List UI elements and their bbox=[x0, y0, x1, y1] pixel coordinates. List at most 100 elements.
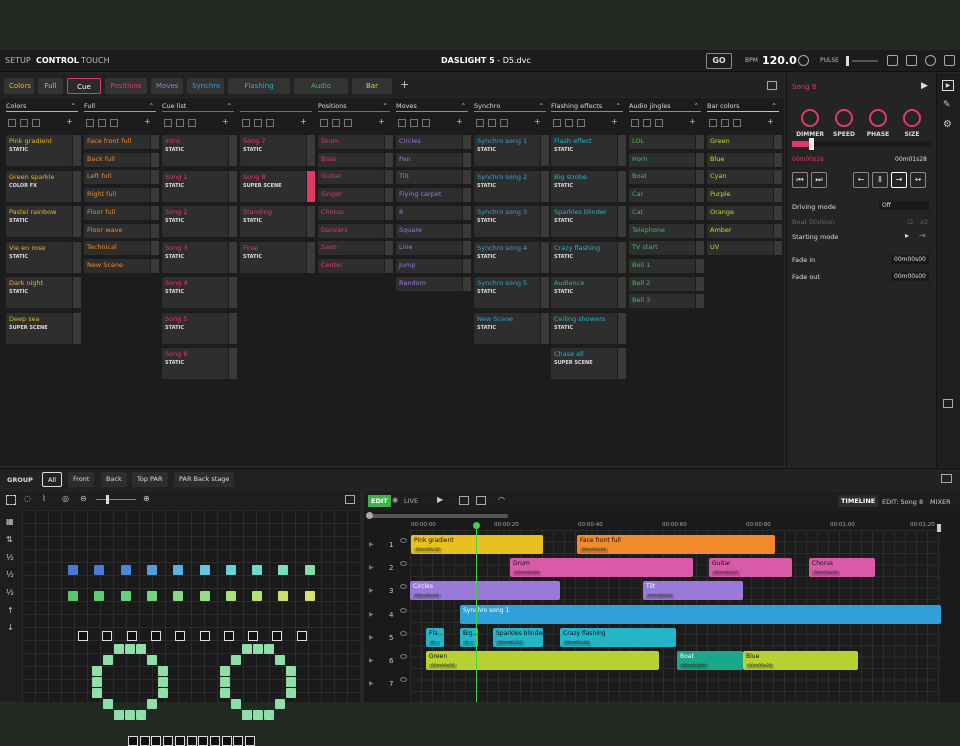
tab-colors[interactable]: Colors bbox=[4, 78, 34, 94]
fixture-off[interactable] bbox=[126, 631, 137, 641]
chevron-up-icon[interactable]: ⌃ bbox=[227, 100, 232, 112]
fixture-led[interactable] bbox=[147, 699, 157, 709]
eye-icon[interactable] bbox=[400, 654, 407, 659]
track-header[interactable]: ▶ 4 bbox=[364, 604, 410, 627]
cue-button[interactable]: Bell 1 bbox=[629, 258, 704, 273]
cue-button[interactable]: Right full bbox=[84, 188, 159, 203]
fixture-led[interactable] bbox=[146, 565, 157, 575]
fixture-off[interactable] bbox=[272, 631, 283, 641]
cue-side-handle[interactable] bbox=[463, 135, 471, 149]
gear-icon[interactable]: ⚙ bbox=[943, 119, 952, 130]
prev-icon[interactable] bbox=[254, 119, 262, 127]
add-icon[interactable]: + bbox=[534, 117, 542, 126]
cue-button[interactable]: Vie en rose STATIC bbox=[6, 241, 81, 273]
cue-side-handle[interactable] bbox=[696, 241, 704, 256]
cue-side-handle[interactable] bbox=[696, 135, 704, 149]
pause-icon[interactable] bbox=[8, 119, 16, 127]
add-icon[interactable]: + bbox=[222, 117, 230, 126]
cue-button[interactable]: Circles bbox=[396, 135, 471, 149]
cue-button[interactable]: Flying carpet bbox=[396, 188, 471, 203]
arrow-down-icon[interactable]: ↓ bbox=[7, 623, 14, 632]
tap-icon[interactable] bbox=[798, 55, 809, 66]
cue-button[interactable]: Audience STATIC bbox=[551, 277, 626, 308]
cue-side-handle[interactable] bbox=[229, 170, 237, 202]
fixture-off[interactable] bbox=[198, 736, 209, 746]
timeline-clip[interactable]: Sparkles blinder 00m00s12 bbox=[493, 627, 543, 647]
cue-button[interactable]: Synchro song 2 STATIC bbox=[474, 170, 549, 202]
cue-button[interactable]: Back full bbox=[84, 152, 159, 167]
timeline-clip[interactable]: Drum 00m00s44 bbox=[510, 558, 693, 578]
arrow-up-icon[interactable]: ↑ bbox=[7, 606, 14, 615]
fixture-led[interactable] bbox=[120, 591, 131, 601]
pause-icon[interactable] bbox=[553, 119, 561, 127]
pause-icon[interactable] bbox=[476, 119, 484, 127]
cue-side-handle[interactable] bbox=[151, 205, 159, 220]
tab-full[interactable]: Full bbox=[38, 78, 63, 94]
expand-arrow-icon[interactable]: ▶ bbox=[369, 611, 374, 618]
beat-div-double[interactable]: x2 bbox=[920, 218, 928, 226]
progress-handle[interactable] bbox=[809, 138, 814, 150]
cue-button[interactable]: Sparkles blinder STATIC bbox=[551, 206, 626, 237]
fixture-off[interactable] bbox=[174, 736, 185, 746]
expand-arrow-icon[interactable]: ▶ bbox=[369, 587, 374, 594]
fixture-led[interactable] bbox=[136, 644, 146, 654]
panel-toggle-icon[interactable] bbox=[767, 81, 777, 90]
track-header[interactable]: ▶ 1 bbox=[364, 534, 410, 557]
cue-button[interactable]: Synchro song 3 STATIC bbox=[474, 206, 549, 237]
fixture-led[interactable] bbox=[94, 591, 105, 601]
fixture-led[interactable] bbox=[275, 699, 285, 709]
cue-button[interactable]: New Scene bbox=[84, 258, 159, 273]
half-icon[interactable]: ½ bbox=[6, 553, 14, 562]
track-header[interactable]: ▶ 3 bbox=[364, 580, 410, 603]
fixture-off[interactable] bbox=[223, 631, 234, 641]
fixture-led[interactable] bbox=[242, 710, 252, 720]
cue-button[interactable]: Pink gradient STATIC bbox=[6, 135, 81, 166]
cue-button[interactable]: Synchro song 5 STATIC bbox=[474, 277, 549, 308]
cue-side-handle[interactable] bbox=[385, 205, 393, 220]
cue-side-handle[interactable] bbox=[307, 170, 315, 202]
eye-icon[interactable] bbox=[400, 607, 407, 613]
cue-side-handle[interactable] bbox=[385, 223, 393, 238]
cue-button[interactable]: Boat bbox=[629, 170, 704, 185]
tab-synchro[interactable]: Synchro bbox=[187, 78, 224, 94]
fixture-led[interactable] bbox=[231, 655, 241, 665]
eye-icon[interactable] bbox=[400, 630, 407, 636]
next-icon[interactable] bbox=[577, 119, 585, 127]
group-tab-front[interactable]: Front bbox=[68, 472, 95, 487]
fixture-led[interactable] bbox=[92, 666, 102, 676]
fixture-led[interactable] bbox=[252, 591, 263, 601]
cue-button[interactable]: Flash effect STATIC bbox=[551, 135, 626, 166]
cue-button[interactable]: Square bbox=[396, 223, 471, 238]
expand-arrow-icon[interactable]: ▶ bbox=[369, 564, 374, 571]
cue-side-handle[interactable] bbox=[385, 152, 393, 167]
fixture-led[interactable] bbox=[264, 644, 274, 654]
zoom-out-icon[interactable]: ⊖ bbox=[80, 494, 87, 503]
eye-icon[interactable] bbox=[400, 561, 407, 567]
chevron-up-icon[interactable]: ⌃ bbox=[694, 100, 699, 112]
cue-side-handle[interactable] bbox=[385, 258, 393, 273]
align-icon[interactable]: ⇅ bbox=[6, 535, 13, 544]
cue-button[interactable]: Random bbox=[396, 276, 471, 291]
timeline-clip[interactable]: Crazy flashing 00m00s28 bbox=[560, 627, 676, 647]
cue-button[interactable]: Face front full bbox=[84, 135, 159, 149]
expand-icon[interactable] bbox=[941, 474, 952, 483]
chevron-up-icon[interactable]: ⌃ bbox=[616, 100, 621, 112]
fixture-led[interactable] bbox=[120, 565, 131, 575]
cue-side-handle[interactable] bbox=[73, 312, 81, 344]
fixture-off[interactable] bbox=[139, 736, 150, 746]
fixture-off[interactable] bbox=[221, 736, 232, 746]
cue-button[interactable]: Intro STATIC bbox=[162, 135, 237, 166]
expand-arrow-icon[interactable]: ▶ bbox=[369, 680, 374, 687]
cue-side-handle[interactable] bbox=[696, 205, 704, 220]
size-knob[interactable] bbox=[903, 109, 921, 127]
fixture-led[interactable] bbox=[252, 565, 263, 575]
add-icon[interactable]: + bbox=[300, 117, 308, 126]
fixture-led[interactable] bbox=[103, 655, 113, 665]
cue-button[interactable]: Car bbox=[629, 188, 704, 203]
cue-side-handle[interactable] bbox=[151, 258, 159, 273]
group-tab-par-back-stage[interactable]: PAR Back stage bbox=[174, 472, 235, 487]
fixture-led[interactable] bbox=[173, 591, 184, 601]
prev-icon[interactable] bbox=[565, 119, 573, 127]
timeline-clip[interactable]: Circles 00m00s44 bbox=[410, 581, 560, 601]
cue-side-handle[interactable] bbox=[463, 276, 471, 291]
